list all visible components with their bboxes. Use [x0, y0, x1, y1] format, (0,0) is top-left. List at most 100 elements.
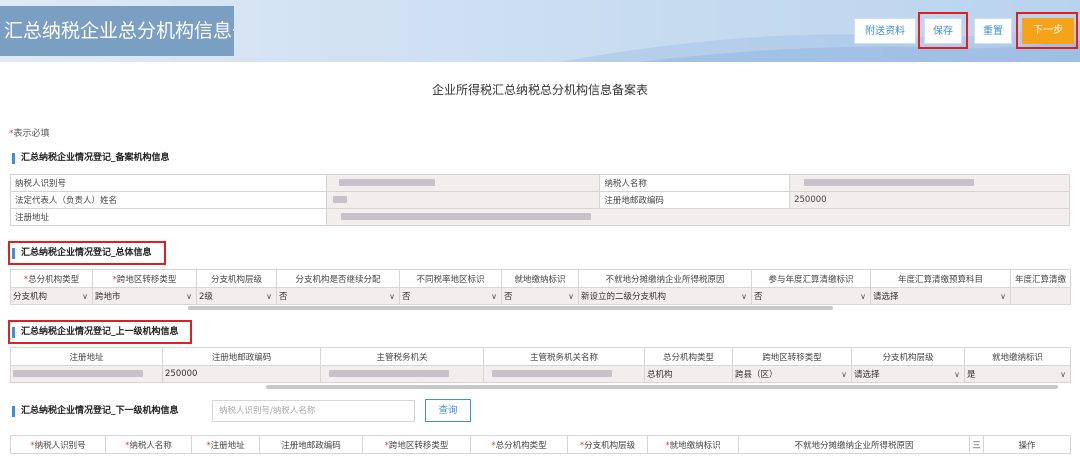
chevron-down-icon: ∨ — [186, 291, 192, 301]
table-header-row: *纳税人识别号 *纳税人名称 *注册地址 注册地邮政编码 *跨地区转移类型 *总… — [10, 435, 1071, 454]
section-title-upper: 汇总纳税企业情况登记_上一级机构信息 — [12, 327, 179, 338]
chevron-down-icon: ∨ — [389, 291, 395, 301]
column-header: 总分机构类型 — [644, 347, 733, 366]
reset-button[interactable]: 重置 — [974, 18, 1012, 44]
chevron-down-icon: ∨ — [841, 369, 847, 379]
local-payment-select[interactable]: 否 ∨ — [501, 287, 579, 305]
chevron-down-icon: ∨ — [860, 291, 866, 301]
column-header: *注册地址 — [191, 435, 260, 454]
table-header-row: 注册地址 注册地邮政编码 主管税务机关 主管税务机关名称 总分机构类型 跨地区转… — [10, 347, 1071, 366]
attach-documents-button[interactable]: 附送资料 — [854, 18, 916, 44]
legal-rep-label: 法定代表人（负责人）姓名 — [10, 191, 327, 209]
lower-search-button[interactable]: 查询 — [425, 399, 471, 422]
tax-rate-region-select[interactable]: 否 ∨ — [399, 287, 502, 305]
column-header: *跨地区转移类型 — [362, 435, 471, 454]
upper-org-type-field[interactable]: 总机构 — [644, 365, 733, 383]
table-row: 纳税人识别号 纳税人名称 — [10, 174, 1070, 192]
column-header: 不就地分摊缴纳企业所得税原因 — [738, 435, 970, 454]
upper-tax-authority-field[interactable] — [320, 365, 484, 383]
redacted-value — [329, 370, 449, 377]
chevron-down-icon: ∨ — [568, 291, 574, 301]
annual-settlement-select[interactable]: 否 ∨ — [751, 287, 871, 305]
column-header: *就地缴纳标识 — [647, 435, 739, 454]
upper-info-table: 注册地址 注册地邮政编码 主管税务机关 主管税务机关名称 总分机构类型 跨地区转… — [10, 347, 1071, 383]
chevron-down-icon: ∨ — [1000, 291, 1006, 301]
continue-allocation-select[interactable]: 否 ∨ — [276, 287, 400, 305]
column-header: 就地缴纳标识 — [501, 269, 579, 288]
column-header: 分支机构层级 — [851, 347, 965, 366]
column-header: 年度汇算清缴预算科目 — [870, 269, 1011, 288]
required-note-text: 表示必填 — [13, 129, 50, 139]
upper-tax-authority-name-field[interactable] — [483, 365, 645, 383]
chevron-down-icon: ∨ — [491, 291, 497, 301]
taxpayer-name-label: 纳税人名称 — [599, 174, 791, 192]
required-note: *表示必填 — [9, 126, 50, 139]
chevron-down-icon: ∨ — [741, 291, 747, 301]
section-title-overall: 汇总纳税企业情况登记_总体信息 — [12, 248, 152, 259]
column-header: *总分机构类型 — [10, 269, 93, 288]
upper-address-field[interactable] — [10, 365, 163, 383]
lower-search-input[interactable] — [212, 400, 415, 422]
table-header-row: *总分机构类型 *跨地区转移类型 分支机构层级 分支机构是否继续分配 不同税率地… — [10, 269, 1071, 288]
chevron-down-icon: ∨ — [954, 369, 960, 379]
table-row: 法定代表人（负责人）姓名 注册地邮政编码 250000 — [10, 191, 1070, 209]
column-header: *纳税人名称 — [105, 435, 192, 454]
next-highlight-box — [1016, 12, 1078, 49]
upper-local-payment-select[interactable]: 是 ∨ — [964, 365, 1071, 383]
table-row: 分支机构 ∨ 跨地市 ∨ 2级 ∨ 否 ∨ 否 ∨ 否 ∨ 新设立的二级分支机构 ∨ 否 ∨ 请… — [10, 287, 1071, 305]
column-header: 跨地区转移类型 — [732, 347, 852, 366]
table-row: 注册地址 — [10, 208, 1071, 226]
filing-info-table: 纳税人识别号 纳税人名称 法定代表人（负责人）姓名 注册地邮政编码 250000… — [10, 174, 1071, 226]
org-type-select[interactable]: 分支机构 ∨ — [10, 287, 93, 305]
column-header: 分支机构层级 — [196, 269, 277, 288]
annual-settlement-extra-cell — [1010, 287, 1071, 305]
address-label: 注册地址 — [10, 208, 327, 226]
redacted-value — [13, 370, 143, 377]
column-header: *跨地区转移类型 — [92, 269, 197, 288]
column-header-actions: 操作 — [983, 435, 1071, 454]
column-header: 注册地邮政编码 — [162, 347, 321, 366]
transfer-type-select[interactable]: 跨地市 ∨ — [92, 287, 197, 305]
page-header-title: 汇总纳税企业总分机构信息备案 — [0, 6, 234, 56]
column-header: *分支机构层级 — [567, 435, 648, 454]
address-value — [325, 208, 1071, 226]
taxpayer-name-value — [789, 174, 1070, 192]
redacted-value — [804, 179, 975, 186]
column-header: 分支机构是否继续分配 — [276, 269, 400, 288]
taxpayer-id-value — [325, 174, 601, 192]
table-row: 250000 总机构 跨县（区） ∨ 请选择 ∨ 是 ∨ — [10, 365, 1071, 383]
column-header: 三 — [969, 435, 984, 454]
section-title-filing: 汇总纳税企业情况登记_备案机构信息 — [12, 153, 170, 164]
column-header: 不同税率地区标识 — [399, 269, 502, 288]
column-header: *总分机构类型 — [470, 435, 568, 454]
upper-horizontal-scrollbar[interactable] — [266, 385, 1058, 389]
redacted-value — [338, 179, 435, 186]
form-title: 企业所得税汇总纳税总分机构信息备案表 — [431, 83, 648, 97]
upper-branch-level-select[interactable]: 请选择 ∨ — [851, 365, 965, 383]
legal-rep-value — [325, 191, 601, 209]
column-header: 年度汇算清缴 — [1010, 269, 1071, 288]
overall-info-table: *总分机构类型 *跨地区转移类型 分支机构层级 分支机构是否继续分配 不同税率地… — [10, 269, 1071, 305]
taxpayer-id-label: 纳税人识别号 — [10, 174, 327, 192]
lower-org-table: *纳税人识别号 *纳税人名称 *注册地址 注册地邮政编码 *跨地区转移类型 *总… — [10, 435, 1071, 454]
column-header: 注册地址 — [10, 347, 163, 366]
upper-postcode-field[interactable]: 250000 — [162, 365, 321, 383]
redacted-value — [332, 196, 347, 203]
column-header: 主管税务机关 — [320, 347, 484, 366]
branch-level-select[interactable]: 2级 ∨ — [196, 287, 277, 305]
section-title-lower: 汇总纳税企业情况登记_下一级机构信息 — [12, 406, 179, 417]
chevron-down-icon: ∨ — [82, 291, 88, 301]
column-header: *纳税人识别号 — [10, 435, 106, 454]
postcode-value: 250000 — [789, 191, 1070, 209]
redacted-value — [340, 213, 591, 220]
overall-horizontal-scrollbar[interactable] — [188, 306, 833, 310]
chevron-down-icon: ∨ — [266, 291, 272, 301]
save-highlight-box — [918, 12, 968, 49]
postcode-label: 注册地邮政编码 — [599, 191, 791, 209]
column-header: 就地缴纳标识 — [964, 347, 1071, 366]
column-header: 参与年度汇算清缴标识 — [751, 269, 871, 288]
upper-transfer-type-select[interactable]: 跨县（区） ∨ — [732, 365, 852, 383]
budget-subject-select[interactable]: 请选择 ∨ — [870, 287, 1011, 305]
non-local-reason-select[interactable]: 新设立的二级分支机构 ∨ — [578, 287, 752, 305]
column-header: 不就地分摊缴纳企业所得税原因 — [578, 269, 752, 288]
